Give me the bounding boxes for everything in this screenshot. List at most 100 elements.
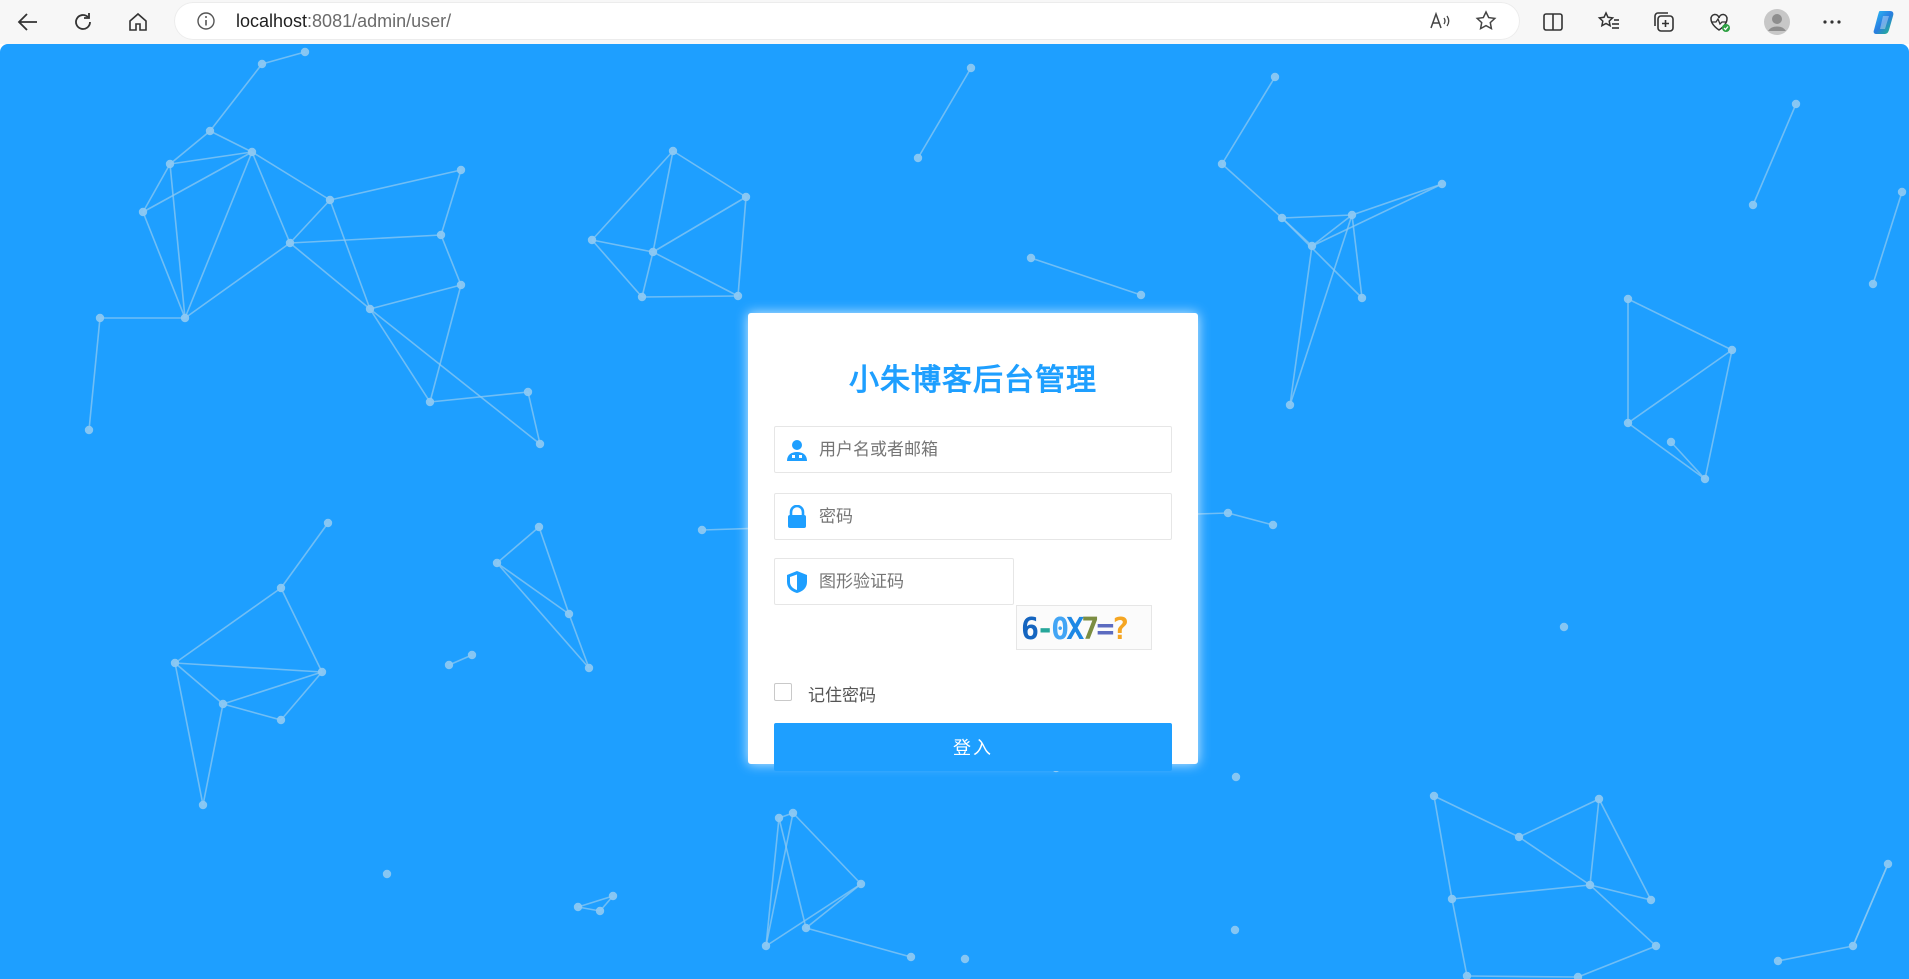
network-dot <box>180 313 190 323</box>
network-line <box>917 67 972 159</box>
network-dot <box>534 522 544 532</box>
network-line <box>568 613 590 669</box>
network-line <box>765 812 794 947</box>
login-page-background: 小朱博客后台管理 6-0X7=? 记住密码 <box>0 44 1909 979</box>
network-dot <box>856 879 866 889</box>
captcha-field[interactable] <box>774 558 1014 605</box>
network-dot <box>1773 956 1783 966</box>
network-dot <box>276 715 286 725</box>
network-line <box>280 587 323 673</box>
network-line <box>737 196 747 297</box>
network-dot <box>205 126 215 136</box>
network-dot <box>492 558 502 568</box>
home-icon[interactable] <box>122 6 154 38</box>
network-dot <box>584 663 594 673</box>
network-line <box>1518 836 1591 886</box>
network-dot <box>960 954 970 964</box>
network-line <box>1311 183 1443 247</box>
network-line <box>440 169 462 236</box>
network-line <box>641 251 654 298</box>
network-dot <box>425 397 435 407</box>
network-line <box>591 150 674 241</box>
network-line <box>1777 945 1854 962</box>
network-dot <box>276 583 286 593</box>
captcha-char: 7 <box>1081 612 1097 647</box>
network-dot <box>535 439 545 449</box>
network-dot <box>257 59 267 69</box>
login-button[interactable]: 登入 <box>774 723 1172 771</box>
network-dot <box>1514 832 1524 842</box>
read-aloud-icon[interactable] <box>1428 9 1452 33</box>
network-line <box>1704 349 1733 480</box>
network-line <box>1577 945 1657 978</box>
copilot-icon[interactable] <box>1870 6 1902 38</box>
network-line <box>1627 422 1706 480</box>
network-dot <box>1623 418 1633 428</box>
network-dot <box>1429 791 1439 801</box>
network-line <box>329 169 462 201</box>
login-title: 小朱博客后台管理 <box>849 363 1097 398</box>
refresh-icon[interactable] <box>67 6 99 38</box>
network-line <box>641 295 739 298</box>
network-dot <box>467 650 477 660</box>
network-line <box>1518 798 1600 838</box>
favorite-star-icon[interactable] <box>1474 9 1498 33</box>
network-line <box>1589 884 1657 947</box>
back-icon[interactable] <box>12 6 44 38</box>
browser-essentials-icon[interactable] <box>1703 6 1735 38</box>
network-dot <box>1285 400 1295 410</box>
network-dot <box>906 952 916 962</box>
network-dot <box>170 658 180 668</box>
network-dot <box>697 525 707 535</box>
network-line <box>672 150 747 198</box>
network-line <box>765 817 780 947</box>
network-line <box>1451 898 1468 977</box>
network-dot <box>1230 925 1240 935</box>
lock-icon <box>785 504 809 529</box>
network-dot <box>966 63 976 73</box>
network-dot <box>1447 894 1457 904</box>
network-line <box>1589 798 1600 886</box>
user-icon <box>785 438 809 462</box>
network-dot <box>138 207 148 217</box>
network-line <box>209 130 253 153</box>
login-card: 小朱博客后台管理 6-0X7=? 记住密码 <box>748 313 1198 771</box>
network-line <box>652 251 739 297</box>
captcha-graphic: 6-0X7=? <box>1021 612 1130 647</box>
network-dot <box>1270 72 1280 82</box>
network-dot <box>1585 880 1595 890</box>
collections-icon[interactable] <box>1648 6 1680 38</box>
network-line <box>1351 214 1363 299</box>
network-line <box>1752 103 1797 206</box>
network-dot <box>801 923 811 933</box>
captcha-input[interactable] <box>819 559 1004 604</box>
network-dot <box>218 699 228 709</box>
info-icon[interactable] <box>196 11 216 31</box>
password-input[interactable] <box>819 494 1159 539</box>
more-icon[interactable] <box>1816 6 1848 38</box>
network-line <box>652 196 747 253</box>
split-screen-icon[interactable] <box>1537 6 1569 38</box>
remember-checkbox[interactable] <box>774 683 792 701</box>
network-dot <box>1026 253 1036 263</box>
network-dot <box>1462 971 1472 979</box>
network-line <box>792 812 862 885</box>
remember-label: 记住密码 <box>808 686 876 706</box>
network-line <box>289 234 442 244</box>
network-dot <box>1748 200 1758 210</box>
network-line <box>369 308 431 403</box>
captcha-image[interactable]: 6-0X7=? <box>1016 605 1152 650</box>
username-field[interactable] <box>774 426 1172 473</box>
network-dot <box>247 147 257 157</box>
username-input[interactable] <box>819 427 1159 472</box>
password-field[interactable] <box>774 493 1172 540</box>
network-line <box>496 562 570 615</box>
favorites-list-icon[interactable] <box>1593 6 1625 38</box>
network-line <box>142 211 186 319</box>
address-bar[interactable]: localhost:8081/admin/user/ <box>174 2 1520 40</box>
profile-icon[interactable] <box>1761 6 1793 38</box>
network-line <box>1281 217 1363 299</box>
browser-toolbar: localhost:8081/admin/user/ <box>0 0 1909 44</box>
network-dot <box>323 518 333 528</box>
network-line <box>1466 975 1579 978</box>
